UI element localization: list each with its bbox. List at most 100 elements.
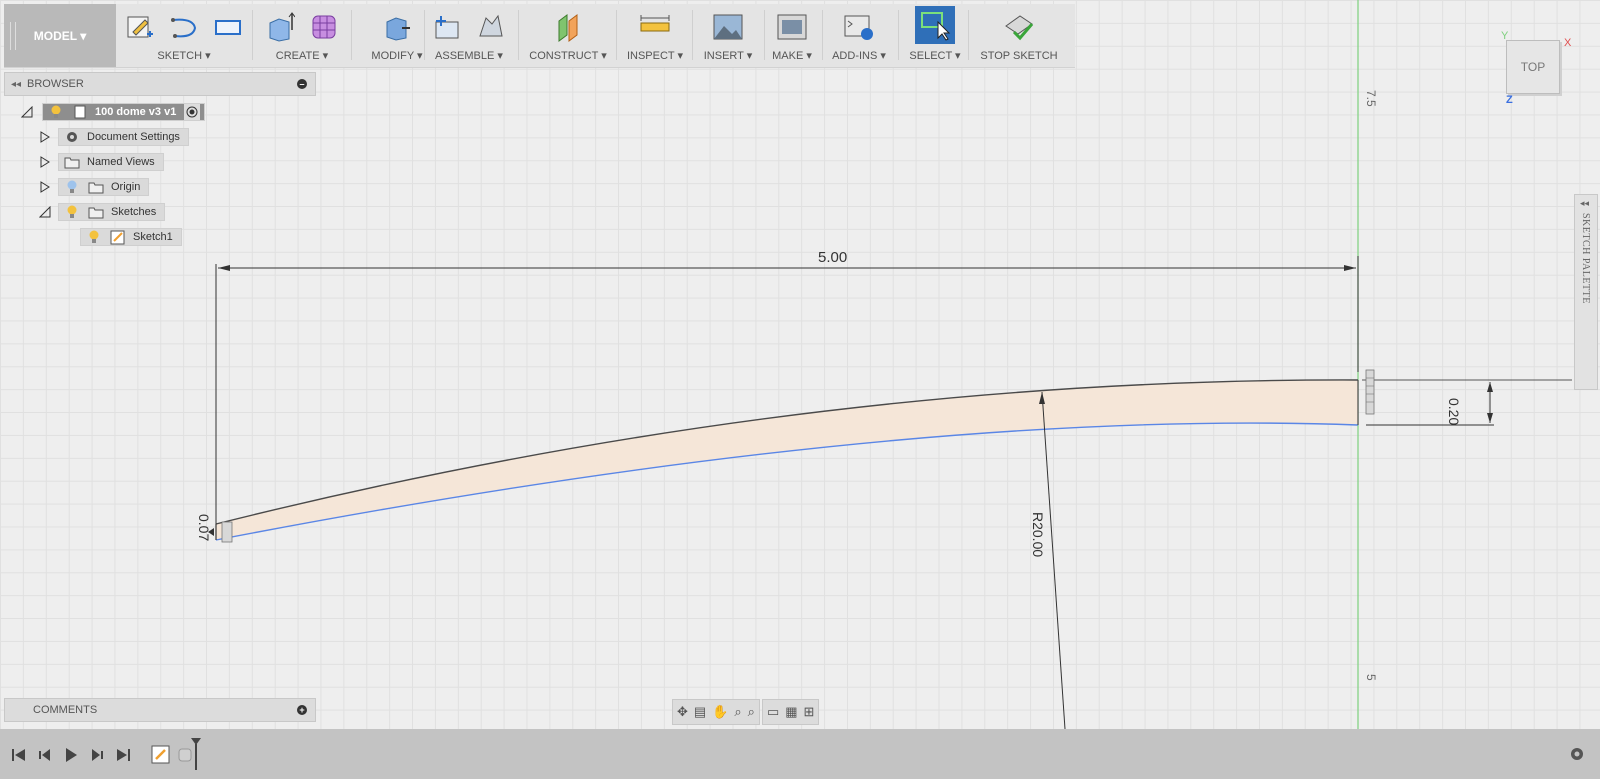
orbit-icon[interactable]: ✥ bbox=[677, 704, 688, 720]
browser-minimize-icon[interactable]: – bbox=[297, 79, 307, 89]
browser-item-sketch1[interactable]: Sketch1 bbox=[80, 228, 182, 246]
document-icon bbox=[71, 104, 89, 120]
select-icon[interactable] bbox=[915, 6, 955, 44]
expand-triangle-icon[interactable] bbox=[38, 127, 52, 147]
fit-icon[interactable]: ⌕ bbox=[748, 704, 755, 720]
sketch-palette-tab[interactable]: ◂◂ SKETCH PALETTE bbox=[1574, 194, 1598, 390]
browser-item-origin[interactable]: Origin bbox=[58, 178, 150, 196]
zoom-icon[interactable]: ⌕ bbox=[734, 704, 741, 720]
dimension-radius[interactable]: R20.00 bbox=[1030, 512, 1046, 557]
sketch-group: SKETCH ▾ bbox=[122, 4, 246, 67]
go-to-end-icon[interactable] bbox=[114, 746, 132, 764]
scripts-icon[interactable] bbox=[842, 10, 876, 44]
toolbar-divider bbox=[518, 10, 519, 60]
inspect-group: INSPECT ▾ bbox=[620, 4, 690, 67]
add-ins-group: ADD-INS ▾ bbox=[826, 4, 892, 67]
visibility-bulb-off-icon[interactable] bbox=[63, 179, 81, 195]
browser-item-sketches[interactable]: Sketches bbox=[58, 203, 166, 221]
toolbar-divider bbox=[764, 10, 765, 60]
folder-icon bbox=[87, 204, 105, 220]
item-label: Document Settings bbox=[87, 131, 180, 143]
nav-group-display: ▭ ▦ ⊞ bbox=[761, 699, 820, 725]
line-tool-icon[interactable] bbox=[167, 10, 201, 44]
sketch-palette-label: SKETCH PALETTE bbox=[1580, 213, 1591, 304]
joint-icon[interactable] bbox=[474, 10, 508, 44]
select-group: SELECT ▾ bbox=[904, 4, 966, 67]
profile-region bbox=[216, 379, 1358, 540]
timeline-marker-icon[interactable] bbox=[190, 737, 202, 771]
step-forward-icon[interactable] bbox=[88, 746, 106, 764]
look-at-icon[interactable]: ▤ bbox=[694, 704, 706, 720]
ruler-label-bottom: 5 bbox=[1364, 674, 1378, 681]
activate-radio-icon[interactable] bbox=[184, 104, 201, 120]
extrude-icon[interactable] bbox=[263, 10, 297, 44]
go-to-start-icon[interactable] bbox=[10, 746, 28, 764]
collapse-triangle-icon[interactable] bbox=[38, 202, 52, 222]
new-component-icon[interactable] bbox=[430, 10, 464, 44]
toolbar-divider bbox=[252, 10, 253, 60]
timeline-settings-gear-icon[interactable] bbox=[1568, 745, 1586, 763]
stop-sketch-button[interactable]: STOP SKETCH bbox=[972, 50, 1066, 62]
collapse-browser-icon[interactable]: ◂◂ bbox=[5, 79, 27, 90]
add-ins-menu[interactable]: ADD-INS ▾ bbox=[826, 49, 892, 62]
visibility-bulb-icon[interactable] bbox=[63, 204, 81, 220]
press-pull-icon[interactable] bbox=[380, 10, 414, 44]
view-cube[interactable]: TOP bbox=[1506, 40, 1560, 94]
toolbar-divider bbox=[968, 10, 969, 60]
collapse-triangle-icon[interactable] bbox=[20, 102, 34, 122]
modify-menu[interactable]: MODIFY ▾ bbox=[356, 49, 438, 62]
viewports-icon[interactable]: ⊞ bbox=[804, 704, 815, 720]
measure-icon[interactable] bbox=[638, 10, 672, 44]
offset-plane-icon[interactable] bbox=[551, 10, 585, 44]
inspect-menu[interactable]: INSPECT ▾ bbox=[620, 49, 690, 62]
expand-palette-icon[interactable]: ◂◂ bbox=[1580, 198, 1589, 209]
constraint-glyph-left bbox=[221, 521, 233, 543]
pan-icon[interactable]: ✋ bbox=[712, 704, 728, 720]
insert-group: INSERT ▾ bbox=[696, 4, 760, 67]
create-sketch-icon[interactable] bbox=[123, 10, 157, 44]
play-icon[interactable] bbox=[62, 746, 80, 764]
tree-row-named-views: Named Views bbox=[38, 152, 164, 172]
construct-menu[interactable]: CONSTRUCT ▾ bbox=[522, 49, 614, 62]
form-icon[interactable] bbox=[307, 10, 341, 44]
create-menu[interactable]: CREATE ▾ bbox=[258, 49, 346, 62]
stop-sketch-icon[interactable] bbox=[1002, 10, 1036, 44]
timeline-sketch-feature-icon[interactable] bbox=[150, 743, 174, 767]
insert-menu[interactable]: INSERT ▾ bbox=[696, 49, 760, 62]
folder-icon bbox=[87, 179, 105, 195]
dimension-thickness-end[interactable]: 0.20 bbox=[1446, 398, 1462, 425]
visibility-bulb-icon[interactable] bbox=[85, 229, 103, 245]
insert-image-icon[interactable] bbox=[711, 10, 745, 44]
expand-triangle-icon[interactable] bbox=[38, 152, 52, 172]
navigation-bar: ✥ ▤ ✋ ⌕ ⌕ ▭ ▦ ⊞ bbox=[672, 699, 920, 725]
browser-root-node[interactable]: 100 dome v3 v1 bbox=[42, 103, 206, 121]
browser-item-named-views[interactable]: Named Views bbox=[58, 153, 164, 171]
assemble-menu[interactable]: ASSEMBLE ▾ bbox=[428, 49, 510, 62]
dim-arrow-left bbox=[218, 265, 230, 271]
visibility-bulb-icon[interactable] bbox=[47, 104, 65, 120]
toolbar-divider bbox=[351, 10, 352, 60]
grid-settings-icon[interactable]: ▦ bbox=[785, 704, 797, 720]
select-menu[interactable]: SELECT ▾ bbox=[904, 49, 966, 62]
expand-triangle-icon[interactable] bbox=[38, 177, 52, 197]
make-menu[interactable]: MAKE ▾ bbox=[766, 49, 818, 62]
toolbar-divider bbox=[692, 10, 693, 60]
comments-panel-header[interactable]: COMMENTS + bbox=[4, 698, 316, 722]
step-back-icon[interactable] bbox=[36, 746, 54, 764]
toolbar-grip[interactable] bbox=[10, 22, 16, 50]
browser-panel-header[interactable]: ◂◂ BROWSER – bbox=[4, 72, 316, 96]
dimension-width[interactable]: 5.00 bbox=[818, 249, 847, 266]
item-label: Origin bbox=[111, 181, 141, 193]
3d-print-icon[interactable] bbox=[775, 10, 809, 44]
construct-group: CONSTRUCT ▾ bbox=[522, 4, 614, 67]
comments-add-icon[interactable]: + bbox=[297, 705, 307, 715]
browser-item-document-settings[interactable]: Document Settings bbox=[58, 128, 189, 146]
display-settings-icon[interactable]: ▭ bbox=[767, 704, 779, 720]
browser-title: BROWSER bbox=[27, 78, 84, 90]
tree-row-root: 100 dome v3 v1 bbox=[20, 102, 206, 122]
sketch-menu[interactable]: SKETCH ▾ bbox=[122, 49, 246, 62]
dimension-thickness-start[interactable]: 0.07 bbox=[196, 514, 212, 541]
workspace-switcher[interactable]: MODEL ▾ bbox=[4, 4, 116, 67]
rectangle-tool-icon[interactable] bbox=[211, 10, 245, 44]
radius-leader bbox=[1041, 391, 1066, 729]
